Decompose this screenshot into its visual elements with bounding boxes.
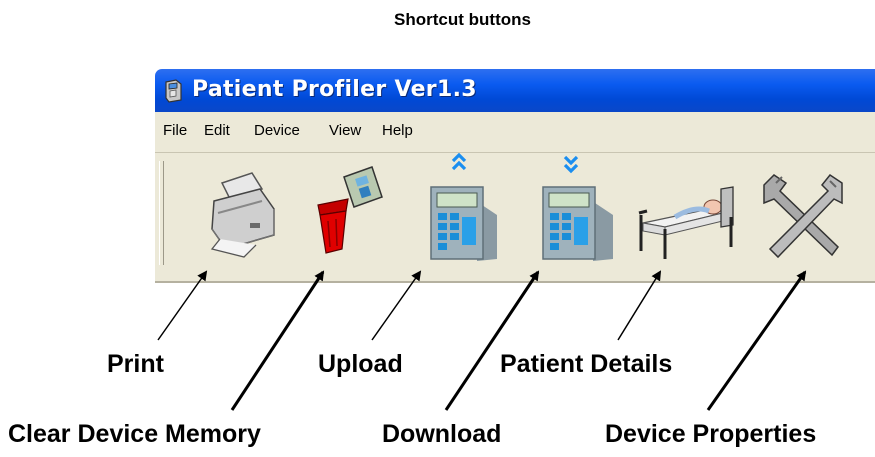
patient-details-label: Patient Details	[500, 350, 673, 378]
clear-device-memory-label: Clear Device Memory	[8, 420, 261, 448]
device-properties-arrow	[706, 270, 807, 411]
device-properties-label: Device Properties	[605, 420, 817, 448]
patient-details-arrow	[617, 270, 662, 341]
print-label: Print	[107, 350, 164, 378]
download-arrow	[444, 270, 540, 411]
upload-arrow	[371, 270, 422, 341]
callout-arrows	[157, 270, 807, 411]
download-label: Download	[382, 420, 502, 448]
print-arrow	[157, 270, 208, 341]
upload-label: Upload	[318, 350, 403, 378]
clear-memory-arrow	[230, 270, 325, 411]
